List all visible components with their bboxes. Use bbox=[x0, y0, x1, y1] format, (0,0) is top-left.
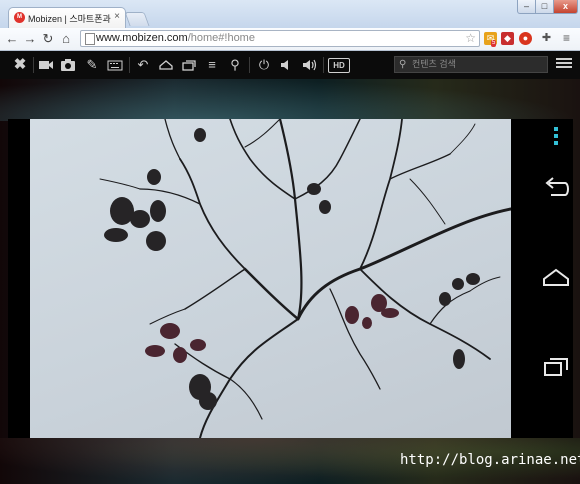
search-icon: ⚲ bbox=[399, 59, 407, 70]
mobizen-favicon-icon: M bbox=[14, 12, 25, 23]
home-icon[interactable]: ⌂ bbox=[58, 31, 74, 47]
camera-icon[interactable] bbox=[60, 57, 76, 73]
browser-toolbar: ← → ↻ ⌂ www.mobizen.com/home#!home ☆ ✉ 5… bbox=[0, 28, 580, 51]
close-icon[interactable]: ✖ bbox=[12, 57, 28, 73]
nav-back-icon[interactable] bbox=[541, 175, 571, 203]
tab-close-icon[interactable]: × bbox=[114, 11, 120, 22]
toolbar-divider bbox=[129, 57, 130, 73]
video-camera-icon[interactable] bbox=[38, 57, 54, 73]
volume-up-icon[interactable] bbox=[302, 57, 318, 73]
android-nav-bar bbox=[539, 119, 573, 438]
window-maximize-button[interactable]: □ bbox=[535, 0, 554, 14]
url-text: www.mobizen.com/home#!home bbox=[96, 31, 255, 46]
address-bar[interactable]: www.mobizen.com/home#!home ☆ bbox=[80, 30, 480, 47]
content-search-input[interactable]: ⚲ 컨텐츠 검색 bbox=[394, 56, 548, 73]
nav-recent-apps-icon[interactable] bbox=[541, 353, 571, 381]
window-minimize-button[interactable]: – bbox=[517, 0, 536, 14]
power-icon[interactable]: ⏻ bbox=[256, 57, 272, 73]
browser-tab[interactable]: M Mobizen | 스마트폰과 컴 × bbox=[8, 7, 126, 28]
pocket-extension-icon[interactable]: ◆ bbox=[501, 32, 514, 45]
search-icon[interactable]: ⚲ bbox=[227, 57, 243, 73]
adblock-extension-icon[interactable]: ● bbox=[519, 32, 532, 45]
mobizen-toolbar: ✖ ✎ ↶ ≡ ⚲ ⏻ HD ⚲ 컨텐츠 검색 bbox=[0, 51, 580, 79]
branch-photo[interactable] bbox=[30, 119, 511, 438]
branch-silhouette-image bbox=[99, 119, 511, 438]
search-placeholder: 컨텐츠 검색 bbox=[412, 59, 456, 69]
tab-title: Mobizen | 스마트폰과 컴 bbox=[28, 14, 112, 24]
nav-home-icon[interactable] bbox=[541, 265, 571, 293]
bookmark-star-icon[interactable]: ☆ bbox=[465, 31, 476, 46]
browser-menu-icon[interactable]: ≡ bbox=[560, 32, 573, 45]
keyboard-icon[interactable] bbox=[107, 57, 123, 73]
back-icon[interactable]: ↶ bbox=[135, 57, 151, 73]
wallpaper-glow-top bbox=[0, 79, 580, 121]
overflow-menu-icon[interactable] bbox=[554, 127, 558, 148]
pencil-icon[interactable]: ✎ bbox=[84, 57, 100, 73]
toolbar-divider bbox=[33, 57, 34, 73]
list-menu-icon[interactable] bbox=[556, 58, 572, 71]
watermark-text: http://blog.arinae.net bbox=[400, 452, 580, 468]
menu-lines-icon[interactable]: ≡ bbox=[204, 57, 220, 73]
puzzle-extension-icon[interactable]: ✚ bbox=[540, 32, 553, 45]
page-icon bbox=[85, 33, 95, 45]
forward-arrow-icon[interactable]: → bbox=[22, 31, 38, 47]
window-close-button[interactable]: x bbox=[553, 0, 578, 14]
recent-apps-icon[interactable] bbox=[181, 57, 197, 73]
url-host: www.mobizen.com bbox=[96, 32, 188, 44]
new-tab-button[interactable] bbox=[124, 12, 150, 26]
url-path: /home#!home bbox=[187, 32, 255, 44]
home-outline-icon[interactable] bbox=[158, 57, 174, 73]
back-arrow-icon[interactable]: ← bbox=[4, 31, 20, 47]
hd-button[interactable]: HD bbox=[328, 58, 350, 73]
reload-icon[interactable]: ↻ bbox=[40, 31, 56, 47]
title-bar: M Mobizen | 스마트폰과 컴 × – □ x bbox=[0, 0, 580, 29]
toolbar-divider bbox=[323, 57, 324, 73]
volume-down-icon[interactable] bbox=[279, 57, 295, 73]
extension-badge: 5 bbox=[491, 40, 497, 47]
toolbar-divider bbox=[249, 57, 250, 73]
